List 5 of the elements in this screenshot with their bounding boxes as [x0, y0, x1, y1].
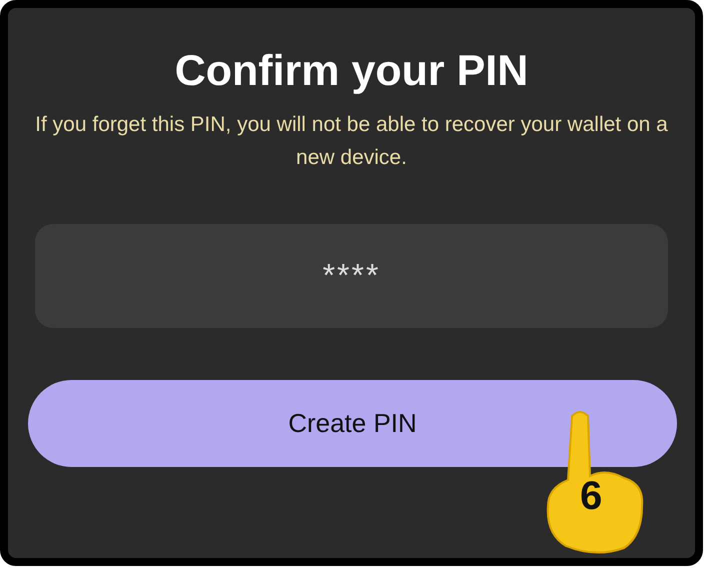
warning-text: If you forget this PIN, you will not be able to recover your wallet on a new device. — [34, 112, 669, 171]
step-number: 6 — [580, 476, 602, 516]
create-pin-button[interactable]: Create PIN — [28, 380, 677, 467]
page-title: Confirm your PIN — [174, 46, 530, 97]
pin-field[interactable]: **** — [35, 224, 668, 328]
